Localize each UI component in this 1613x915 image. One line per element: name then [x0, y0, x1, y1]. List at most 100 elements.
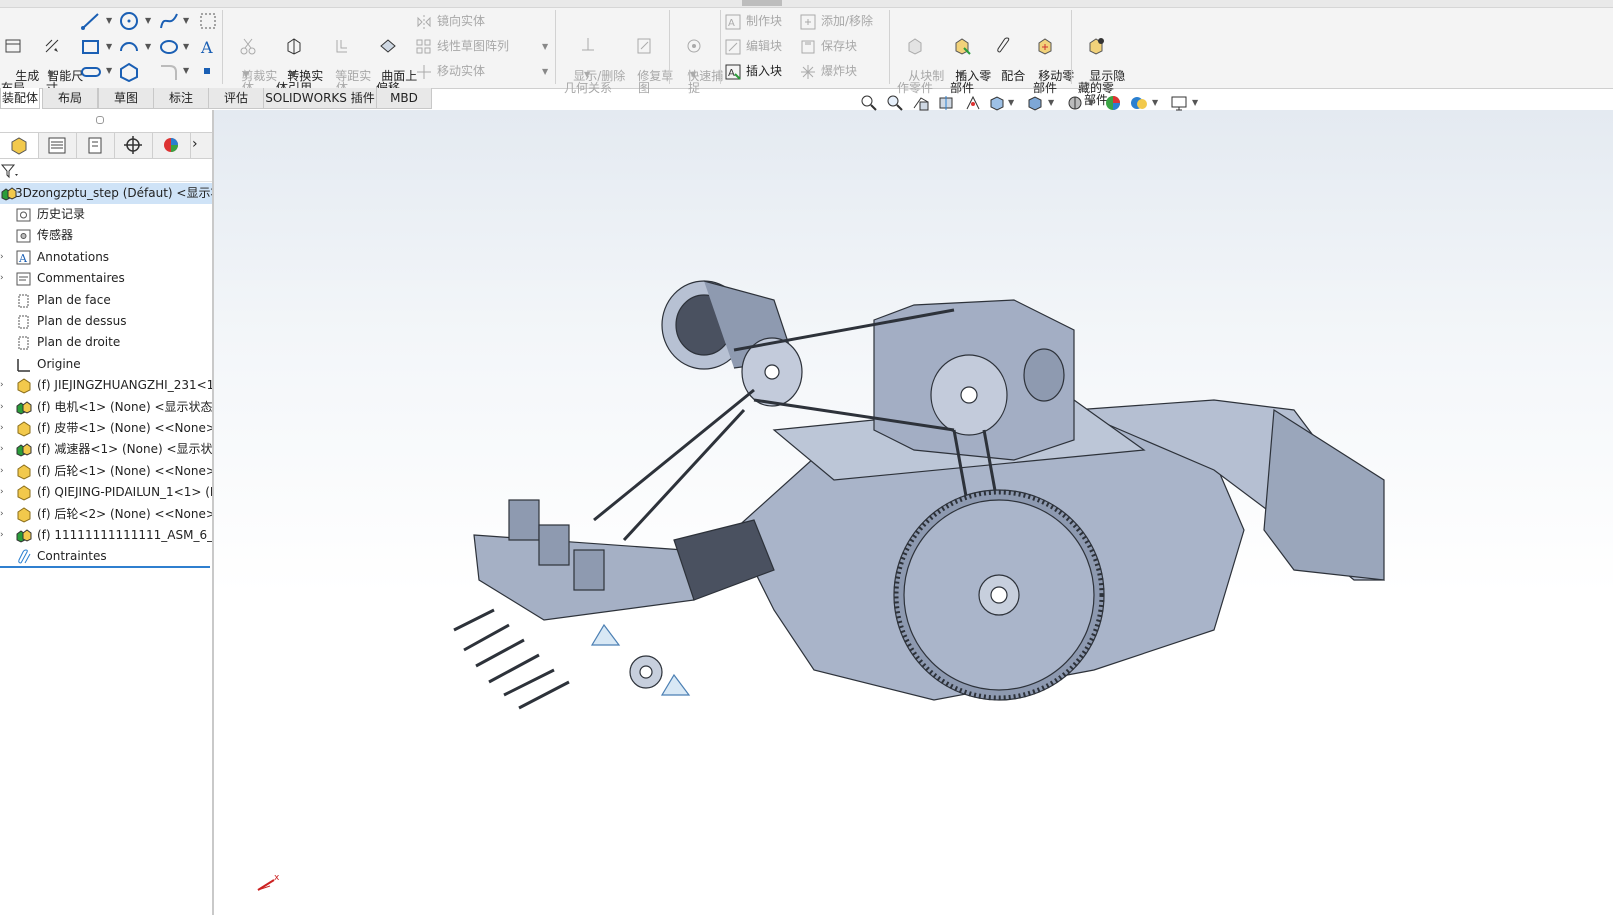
- chevron-right-icon[interactable]: ›: [192, 136, 198, 152]
- property-manager-tab[interactable]: [38, 133, 77, 158]
- chevron-down-icon[interactable]: ▼: [1088, 98, 1094, 107]
- expand-arrow-icon[interactable]: ›: [0, 375, 4, 396]
- ellipse-icon[interactable]: [158, 36, 180, 58]
- previous-view-icon[interactable]: [912, 94, 930, 112]
- chevron-down-icon[interactable]: ▼: [243, 70, 249, 79]
- fillet-icon[interactable]: [158, 62, 180, 82]
- expand-arrow-icon[interactable]: ›: [0, 247, 4, 268]
- tree-item[interactable]: Plan de dessus: [0, 311, 212, 332]
- tree-item[interactable]: › (f) 电机<1> (None) <显示状态-: [0, 397, 212, 418]
- expand-arrow-icon[interactable]: ›: [0, 504, 4, 525]
- save-block-button[interactable]: 保存块: [800, 37, 857, 55]
- tree-item[interactable]: Plan de face: [0, 290, 212, 311]
- tree-item[interactable]: Plan de droite: [0, 332, 212, 353]
- mate-button[interactable]: 配合: [986, 12, 1025, 94]
- display-style-icon[interactable]: [1026, 94, 1044, 112]
- dynamic-annotation-icon[interactable]: [964, 94, 982, 112]
- rectangle-icon[interactable]: [80, 36, 102, 58]
- edit-block-button[interactable]: 编辑块: [725, 37, 782, 55]
- chevron-down-icon[interactable]: ▼: [106, 66, 112, 75]
- chevron-down-icon[interactable]: ▼: [145, 42, 151, 51]
- tree-item[interactable]: Contraintes: [0, 546, 212, 567]
- tab-assembly[interactable]: 装配体: [0, 88, 40, 109]
- expand-arrow-icon[interactable]: ›: [0, 418, 4, 439]
- tree-item[interactable]: › A Annotations: [0, 247, 212, 268]
- chevron-down-icon[interactable]: ▼: [183, 16, 189, 25]
- chevron-down-icon[interactable]: ▼: [1192, 98, 1198, 107]
- expand-arrow-icon[interactable]: ›: [0, 439, 4, 460]
- expand-arrow-icon[interactable]: ›: [0, 461, 4, 482]
- expand-arrow-icon[interactable]: ›: [0, 268, 4, 289]
- chevron-down-icon[interactable]: ▼: [183, 66, 189, 75]
- edit-appearance-icon[interactable]: [1104, 94, 1122, 112]
- move-component-button[interactable]: 移动零 部件: [1023, 12, 1074, 106]
- chevron-down-icon[interactable]: ▼: [106, 42, 112, 51]
- expand-arrow-icon[interactable]: ›: [0, 397, 4, 418]
- tree-item[interactable]: 历史记录: [0, 204, 212, 225]
- section-view-icon[interactable]: [938, 94, 956, 112]
- tab-solidworks-addins[interactable]: SOLIDWORKS 插件: [263, 88, 377, 109]
- expand-arrow-icon[interactable]: ›: [0, 482, 4, 503]
- explode-block-button[interactable]: 爆炸块: [800, 62, 857, 80]
- view-settings-monitor-icon[interactable]: [1170, 94, 1188, 112]
- chevron-down-icon[interactable]: ▼: [183, 42, 189, 51]
- tab-mbd[interactable]: MBD: [376, 88, 432, 109]
- slot-icon[interactable]: [80, 62, 102, 82]
- assembly-model-view[interactable]: x: [214, 110, 1613, 915]
- tab-sketch[interactable]: 草图: [98, 88, 154, 109]
- dimxpert-manager-tab[interactable]: [114, 133, 153, 158]
- harvester-machine-model[interactable]: [453, 280, 1385, 710]
- chevron-down-icon[interactable]: ▼: [106, 16, 112, 25]
- move-entities-button[interactable]: 移动实体: [416, 62, 485, 80]
- graphics-area[interactable]: x: [214, 110, 1613, 915]
- filter-icon[interactable]: [0, 161, 22, 181]
- chevron-down-icon[interactable]: ▼: [542, 67, 548, 76]
- chevron-down-icon[interactable]: ▼: [958, 70, 964, 79]
- ribbon-grip[interactable]: [742, 0, 782, 6]
- tree-item[interactable]: › (f) QIEJING-PIDAILUN_1<1> (N: [0, 482, 212, 503]
- chevron-down-icon[interactable]: ▼: [1008, 98, 1014, 107]
- insert-block-button[interactable]: A 插入块: [725, 62, 782, 80]
- spline-icon[interactable]: [158, 10, 180, 32]
- insert-components-button[interactable]: 插入零 部件: [940, 12, 991, 106]
- display-delete-relations-button[interactable]: 显示/删除 几何关系: [558, 12, 625, 106]
- chevron-down-icon[interactable]: ▼: [145, 16, 151, 25]
- tree-item[interactable]: 传感器: [0, 225, 212, 246]
- tree-root-assembly[interactable]: 3Dzongzptu_step (Défaut) <显示状: [0, 183, 212, 204]
- zoom-to-area-icon[interactable]: [886, 94, 904, 112]
- chevron-down-icon[interactable]: ▼: [290, 70, 296, 79]
- quick-snaps-button[interactable]: 快速捕 捉: [672, 12, 723, 106]
- polygon-icon[interactable]: [118, 62, 140, 82]
- display-manager-tab[interactable]: [152, 133, 191, 158]
- tree-item[interactable]: › Commentaires: [0, 268, 212, 289]
- tab-evaluate[interactable]: 评估: [208, 88, 264, 109]
- chevron-down-icon[interactable]: ▼: [48, 70, 54, 79]
- linear-pattern-button[interactable]: 线性草图阵列: [416, 37, 509, 55]
- tab-layout[interactable]: 布局: [42, 88, 98, 109]
- mirror-entities-button[interactable]: 镜向实体: [416, 12, 485, 30]
- tree-item[interactable]: › (f) 后轮<2> (None) <<None>_: [0, 504, 212, 525]
- panel-splitter-handle[interactable]: [96, 116, 104, 124]
- view-orientation-icon[interactable]: [988, 94, 1006, 112]
- hide-show-items-icon[interactable]: [1066, 94, 1084, 112]
- add-remove-button[interactable]: 添加/移除: [800, 12, 873, 30]
- repair-sketch-button[interactable]: 修复草 图: [622, 12, 673, 106]
- chevron-down-icon[interactable]: ▼: [542, 42, 548, 51]
- tree-item[interactable]: › (f) 11111111111111_ASM_6_AS: [0, 525, 212, 546]
- tree-item[interactable]: Origine: [0, 354, 212, 375]
- tree-item[interactable]: › (f) JIEJINGZHUANGZHI_231<1:: [0, 375, 212, 396]
- tree-item[interactable]: › (f) 皮带<1> (None) <<None>_: [0, 418, 212, 439]
- tree-item[interactable]: › (f) 减速器<1> (None) <显示状态: [0, 439, 212, 460]
- arc-icon[interactable]: [118, 36, 140, 58]
- make-block-button[interactable]: A 制作块: [725, 12, 782, 30]
- chevron-down-icon[interactable]: ▼: [584, 70, 590, 79]
- feature-manager-tab[interactable]: [0, 133, 39, 158]
- text-icon[interactable]: A: [198, 36, 218, 58]
- circle-icon[interactable]: [118, 10, 140, 32]
- expand-arrow-icon[interactable]: ›: [0, 525, 4, 546]
- chevron-down-icon[interactable]: ▼: [1152, 98, 1158, 107]
- chevron-down-icon[interactable]: ▼: [1048, 98, 1054, 107]
- configuration-manager-tab[interactable]: [76, 133, 115, 158]
- zoom-to-fit-icon[interactable]: [860, 94, 878, 112]
- line-icon[interactable]: [80, 10, 102, 32]
